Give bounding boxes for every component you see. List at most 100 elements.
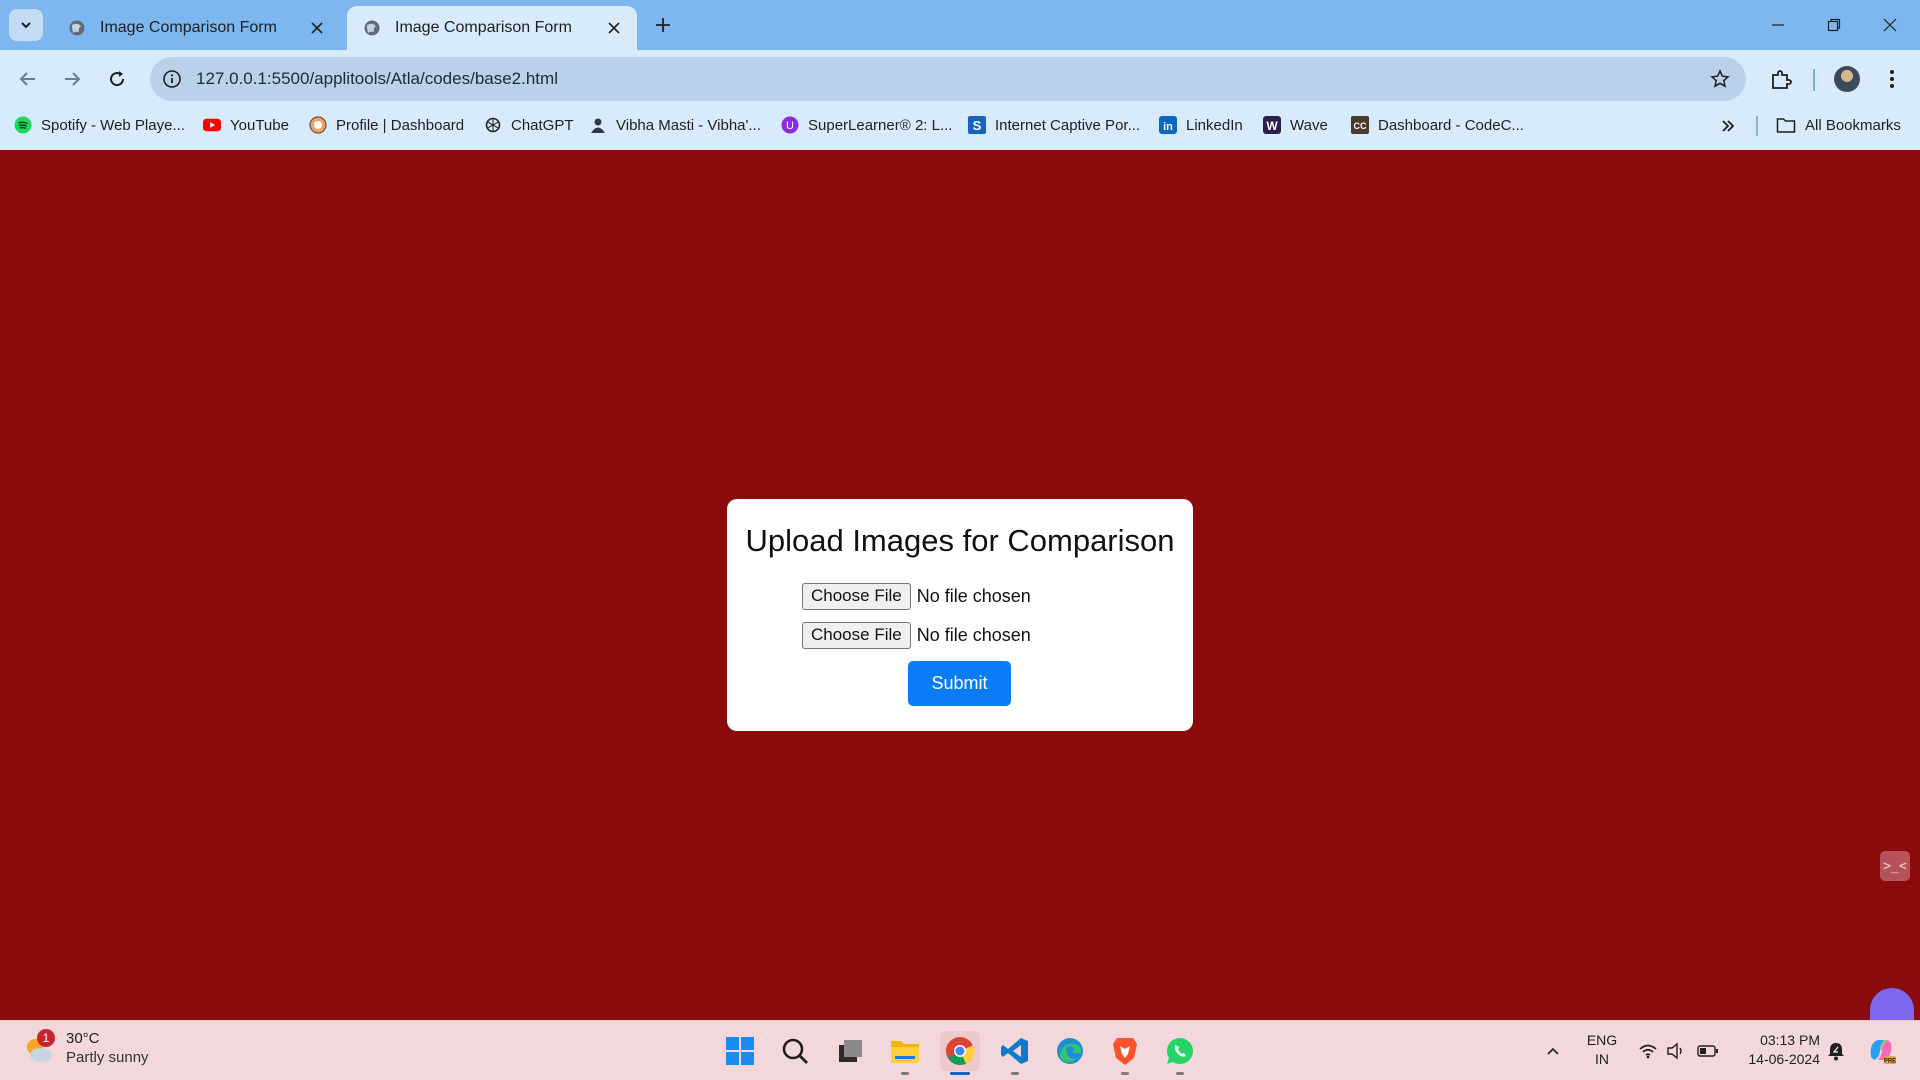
svg-text:W: W [1266,119,1278,133]
profile-button[interactable] [1829,61,1865,97]
edge-icon [1057,1038,1083,1064]
bookmarks-divider [1756,116,1758,136]
forward-button[interactable] [54,61,90,97]
taskbar-search-button[interactable] [775,1031,815,1071]
language-region: IN [1595,1051,1609,1067]
upload-form-card: Upload Images for Comparison Choose File… [727,499,1193,731]
close-icon [1883,18,1897,32]
show-hidden-icons-button[interactable] [1541,1039,1565,1063]
active-indicator [950,1072,970,1075]
more-vertical-icon [1890,70,1894,88]
task-view-icon [839,1040,862,1062]
browser-menu-button[interactable] [1874,61,1910,97]
site-info-icon[interactable] [160,67,184,91]
search-icon [782,1038,808,1064]
new-tab-button[interactable] [650,12,676,38]
bookmark-profile-dashboard[interactable]: Profile | Dashboard [309,108,464,142]
task-view-button[interactable] [830,1031,870,1071]
bookmark-label: ChatGPT [511,116,574,134]
address-bar[interactable]: 127.0.0.1:5500/applitools/Atla/codes/bas… [150,57,1746,101]
superlearner-icon: U [781,116,799,134]
running-indicator [1176,1072,1184,1075]
close-window-button[interactable] [1862,0,1918,50]
weather-condition: Partly sunny [66,1049,149,1066]
taskbar-file-explorer[interactable] [885,1031,925,1075]
copilot-icon[interactable]: PRE [1864,1033,1898,1067]
taskbar-chrome[interactable] [940,1031,980,1075]
input-language-indicator[interactable]: ENG IN [1584,1031,1620,1069]
weather-badge: 1 [37,1028,55,1047]
choose-file-button[interactable]: Choose File [802,582,911,610]
reload-button[interactable] [99,61,135,97]
bookmark-spotify[interactable]: Spotify - Web Playe... [14,108,185,142]
all-bookmarks-button[interactable]: All Bookmarks [1776,108,1901,142]
bookmark-codechef-dashboard[interactable]: CC Dashboard - CodeC... [1351,108,1524,142]
url-text[interactable]: 127.0.0.1:5500/applitools/Atla/codes/bas… [196,57,558,101]
battery-icon[interactable] [1696,1039,1720,1063]
vibha-icon [589,116,607,134]
whatsapp-icon [1166,1037,1193,1065]
arrow-left-icon [19,72,35,86]
puzzle-icon [1772,70,1792,89]
chevron-up-icon [1547,1047,1559,1055]
file-input-2[interactable]: Choose File No file chosen [802,621,1031,649]
wifi-icon[interactable] [1636,1039,1660,1063]
extension-widget-icon[interactable]: >_< [1880,851,1910,881]
file-input-1[interactable]: Choose File No file chosen [802,582,1031,610]
bookmark-label: Dashboard - CodeC... [1378,116,1524,134]
bookmark-label: Vibha Masti - Vibha'... [616,116,761,134]
bookmarks-bar: Spotify - Web Playe... YouTube Profile |… [0,108,1920,150]
svg-text:CC: CC [1354,121,1367,131]
choose-file-button[interactable]: Choose File [802,621,911,649]
bookmark-chatgpt[interactable]: ChatGPT [484,108,574,142]
assistant-orb-icon[interactable] [1870,988,1914,1020]
chevron-down-icon [21,22,31,29]
svg-text:S: S [973,118,982,133]
bookmark-internet-captive-portal[interactable]: S Internet Captive Por... [968,108,1140,142]
tab-title: Image Comparison Form [395,19,572,36]
clock-date: 14-06-2024 [1748,1051,1820,1067]
bookmark-label: YouTube [230,116,289,134]
profile-icon [309,116,327,134]
bookmark-wave[interactable]: W Wave [1263,108,1328,142]
running-indicator [1011,1072,1019,1075]
bookmark-label: Spotify - Web Playe... [41,116,185,134]
submit-button[interactable]: Submit [908,661,1011,706]
browser-toolbar: 127.0.0.1:5500/applitools/Atla/codes/bas… [0,50,1920,108]
bookmark-label: SuperLearner® 2: L... [808,116,953,134]
bookmark-vibha-masti[interactable]: Vibha Masti - Vibha'... [589,108,761,142]
start-button[interactable] [720,1031,760,1071]
close-icon[interactable] [306,17,328,39]
bookmarks-overflow-button[interactable] [1716,114,1740,138]
partly-sunny-icon: 1 [22,1028,56,1066]
extensions-button[interactable] [1763,61,1799,97]
double-chevron-right-icon [1722,120,1735,132]
vscode-icon [1001,1038,1028,1064]
weather-widget[interactable]: 1 30°C Partly sunny [22,1028,149,1068]
all-bookmarks-label: All Bookmarks [1805,116,1901,134]
toolbar-divider [1813,69,1815,91]
taskbar-vscode[interactable] [995,1031,1035,1075]
system-clock[interactable]: 03:13 PM 14-06-2024 [1730,1031,1820,1069]
restore-button[interactable] [1806,0,1862,50]
tab-image-comparison-1[interactable]: Image Comparison Form [52,6,340,50]
captive-portal-icon: S [968,116,986,134]
notifications-bell-icon[interactable] [1824,1039,1848,1063]
page-title: Upload Images for Comparison [745,523,1175,558]
tab-search-button[interactable] [9,9,43,41]
wave-icon: W [1263,116,1281,134]
bookmark-star-icon[interactable] [1708,67,1732,91]
globe-icon [69,20,85,36]
bookmark-superlearner[interactable]: U SuperLearner® 2: L... [781,108,952,142]
minimize-button[interactable] [1750,0,1806,50]
volume-icon[interactable] [1664,1039,1688,1063]
back-button[interactable] [10,61,46,97]
taskbar-edge[interactable] [1050,1031,1090,1071]
taskbar-whatsapp[interactable] [1160,1031,1200,1075]
taskbar-brave[interactable] [1105,1031,1145,1075]
bookmark-linkedin[interactable]: in LinkedIn [1159,108,1243,142]
bookmark-youtube[interactable]: YouTube [203,108,289,142]
tab-image-comparison-2[interactable]: Image Comparison Form [347,6,637,50]
linkedin-icon: in [1159,116,1177,134]
close-icon[interactable] [603,17,625,39]
